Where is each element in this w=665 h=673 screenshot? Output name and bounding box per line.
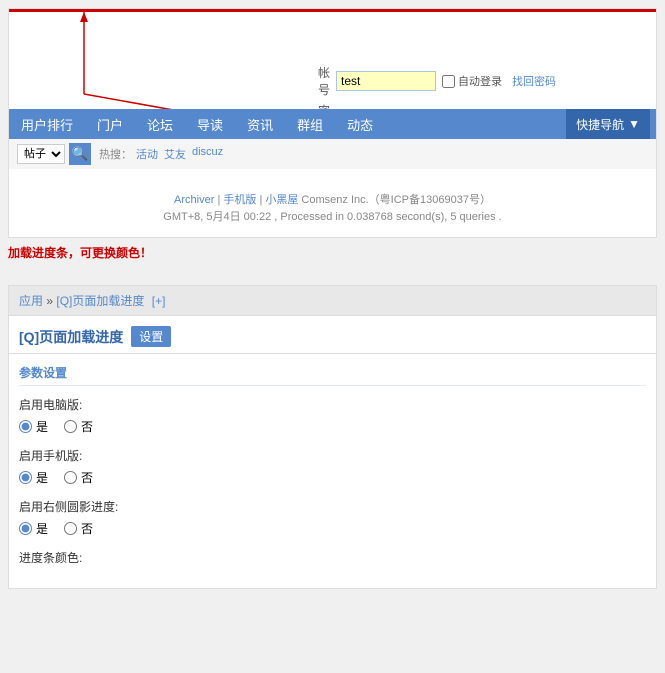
param-label-color: 进度条颜色: [19,549,646,566]
footer-mobile[interactable]: 手机版 [223,194,256,206]
search-button[interactable]: 🔍 [69,143,91,165]
footer-archiver[interactable]: Archiver [174,194,214,206]
params-section: 参数设置 启用电脑版: 是 否 启用手机版: 是 [8,353,657,589]
hot-link-friend[interactable]: 艾友 [164,146,186,162]
hot-label: 热搜： [99,146,132,162]
quick-nav-label: 快捷导航 [576,116,624,133]
breadcrumb-add[interactable]: [+] [152,294,166,308]
nav-guide[interactable]: 导读 [185,109,235,139]
account-input[interactable] [336,71,436,91]
radio-group-pc: 是 否 [19,418,646,435]
annotation-text: 加载进度条，可更换颜色！ [8,244,657,261]
radio-mobile-yes-label: 是 [36,469,48,486]
param-group-shadow: 启用右侧圆影进度: 是 否 [19,498,646,537]
footer-blackroom[interactable]: 小黑屋 [265,194,298,206]
chevron-down-icon: ▼ [628,117,640,131]
radio-mobile-yes[interactable]: 是 [19,469,48,486]
radio-group-shadow: 是 否 [19,520,646,537]
breadcrumb-bar: 应用 » [Q]页面加载进度 [+] [8,285,657,315]
breadcrumb-page[interactable]: [Q]页面加载进度 [56,294,144,308]
nav-dynamic[interactable]: 动态 [335,109,385,139]
param-label-mobile: 启用手机版: [19,447,646,464]
radio-mobile-no[interactable]: 否 [64,469,93,486]
page-title: [Q]页面加载进度 [19,327,123,347]
preview-area: 帐号 自动登录 找回密码 密码 登录 立即注册 用户排行 门户 论坛 导读 资讯… [8,8,657,238]
param-label-shadow: 启用右侧圆影进度: [19,498,646,515]
param-group-mobile: 启用手机版: 是 否 [19,447,646,486]
nav-bar: 用户排行 门户 论坛 导读 资讯 群组 动态 快捷导航 ▼ [9,109,656,139]
hot-links: 活动 艾友 discuz [136,146,223,162]
radio-pc-no[interactable]: 否 [64,418,93,435]
radio-mobile-no-label: 否 [81,469,93,486]
radio-shadow-yes[interactable]: 是 [19,520,48,537]
auto-login-checkbox[interactable] [442,75,455,88]
radio-shadow-no[interactable]: 否 [64,520,93,537]
nav-portal[interactable]: 门户 [85,109,135,139]
radio-pc-yes[interactable]: 是 [19,418,48,435]
nav-news[interactable]: 资讯 [235,109,285,139]
radio-group-mobile: 是 否 [19,469,646,486]
find-pwd-link[interactable]: 找回密码 [512,73,556,89]
hot-link-discuz[interactable]: discuz [192,146,223,162]
section-title: 参数设置 [19,364,646,386]
page-header: [Q]页面加载进度 设置 [8,315,657,353]
settings-button[interactable]: 设置 [131,326,171,347]
nav-group[interactable]: 群组 [285,109,335,139]
search-bar: 帖子 🔍 热搜： 活动 艾友 discuz [9,139,656,169]
radio-pc-yes-label: 是 [36,418,48,435]
search-icon: 🔍 [72,146,89,162]
progress-bar [9,9,656,12]
radio-pc-no-label: 否 [81,418,93,435]
nav-user-rank[interactable]: 用户排行 [9,109,85,139]
auto-login-checkbox-area: 自动登录 [442,73,502,89]
hot-link-activity[interactable]: 活动 [136,146,158,162]
quick-nav-button[interactable]: 快捷导航 ▼ [566,109,650,139]
footer-company: Comsenz Inc.（粤ICP备13069037号） [301,194,491,206]
param-group-pc: 启用电脑版: 是 否 [19,396,646,435]
main-content: 应用 » [Q]页面加载进度 [+] [Q]页面加载进度 设置 参数设置 启用电… [8,285,657,589]
breadcrumb-app[interactable]: 应用 [19,294,43,308]
radio-shadow-yes-label: 是 [36,520,48,537]
auto-login-label: 自动登录 [458,73,502,89]
breadcrumb-sep: » [46,294,53,308]
footer-time: GMT+8, 5月4日 00:22 , Processed in 0.03876… [163,211,501,223]
param-group-color: 进度条颜色: [19,549,646,566]
preview-footer: Archiver | 手机版 | 小黑屋 Comsenz Inc.（粤ICP备1… [9,192,656,227]
nav-forum[interactable]: 论坛 [135,109,185,139]
account-row: 帐号 自动登录 找回密码 [308,64,556,98]
radio-shadow-no-label: 否 [81,520,93,537]
search-type-select[interactable]: 帖子 [17,144,65,164]
account-label: 帐号 [308,64,330,98]
annotation-label: 加载进度条，可更换颜色！ [8,246,152,260]
param-label-pc: 启用电脑版: [19,396,646,413]
